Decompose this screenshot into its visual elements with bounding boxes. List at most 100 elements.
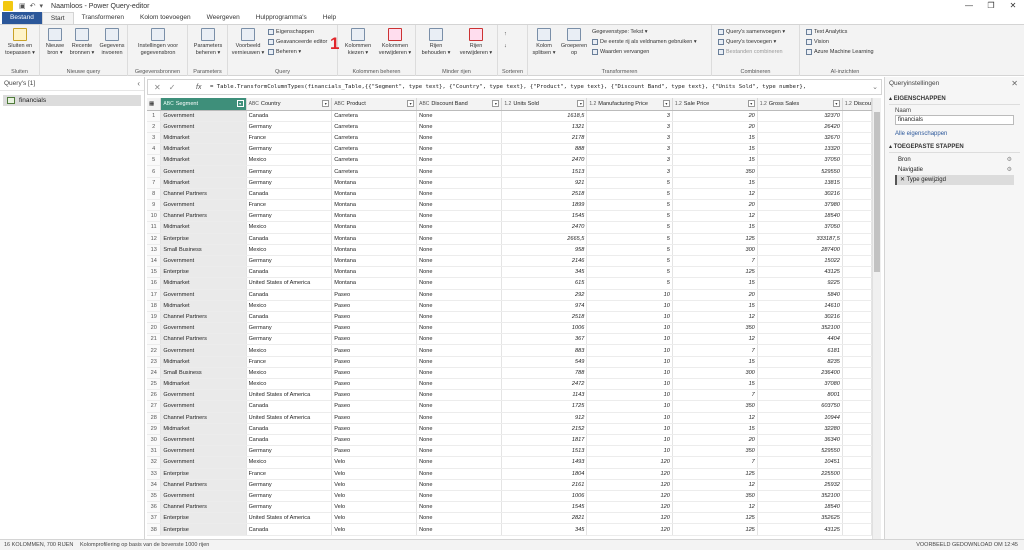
table-cell[interactable]: 36340 <box>757 434 843 447</box>
table-row[interactable]: 13 Small Business Mexico Montana None 958 5 300… <box>147 244 872 256</box>
tab-start[interactable]: Start <box>41 12 74 24</box>
table-cell[interactable]: 15 <box>672 277 758 290</box>
row-number[interactable]: 7 <box>147 177 162 189</box>
table-cell[interactable]: 958 <box>501 244 588 256</box>
table-cell[interactable]: 12 <box>672 210 758 223</box>
filter-dropdown-icon[interactable]: ▾ <box>577 100 585 107</box>
table-cell[interactable] <box>842 333 872 346</box>
table-cell[interactable]: None <box>416 423 503 435</box>
table-cell[interactable] <box>842 479 872 491</box>
table-cell[interactable]: None <box>416 266 503 279</box>
table-cell[interactable]: 350 <box>672 322 758 335</box>
group-by-button[interactable]: Groeperen op <box>559 28 589 56</box>
table-cell[interactable]: 120 <box>586 512 673 525</box>
table-cell[interactable]: 2821 <box>501 512 588 525</box>
table-row[interactable]: 9 Government France Montana None 1899 5 20 37980 <box>147 199 872 212</box>
column-header-discou[interactable]: 1.2 Discou <box>842 98 872 111</box>
table-cell[interactable]: 20 <box>672 199 758 212</box>
sort-descending-button[interactable]: ↓ <box>504 43 507 49</box>
row-number[interactable]: 18 <box>147 300 162 312</box>
table-cell[interactable]: 1493 <box>501 456 588 469</box>
table-cell[interactable]: 10 <box>586 344 673 357</box>
table-cell[interactable]: Germany <box>246 121 333 133</box>
data-type-icon[interactable]: 1.2 <box>845 101 852 107</box>
table-cell[interactable]: Government <box>160 110 247 122</box>
table-cell[interactable]: Paseo <box>331 356 418 368</box>
table-cell[interactable]: Germany <box>246 210 333 223</box>
table-cell[interactable]: None <box>416 143 503 156</box>
table-cell[interactable] <box>842 501 872 514</box>
table-row[interactable]: 29 Midmarket Canada Paseo None 2152 10 15 32280 <box>147 423 872 435</box>
table-cell[interactable]: Enterprise <box>160 523 247 536</box>
data-source-settings-button[interactable]: Instellingen voor gegevensbron <box>130 28 186 56</box>
tab-bestand[interactable]: Bestand <box>2 12 42 24</box>
table-row[interactable]: 32 Government Mexico Velo None 1493 120 7 10451 <box>147 456 872 469</box>
table-cell[interactable]: 120 <box>586 523 673 536</box>
table-cell[interactable]: 2152 <box>501 423 588 435</box>
table-cell[interactable] <box>842 199 872 212</box>
scrollbar-thumb[interactable] <box>874 112 880 272</box>
table-cell[interactable]: Paseo <box>331 412 418 424</box>
table-cell[interactable]: 2178 <box>501 132 588 145</box>
table-cell[interactable]: 15 <box>672 356 758 368</box>
table-cell[interactable]: Velo <box>331 490 418 503</box>
table-cell[interactable]: 3 <box>586 132 673 145</box>
table-cell[interactable]: 10 <box>586 434 673 447</box>
table-cell[interactable] <box>842 154 872 167</box>
table-cell[interactable]: 125 <box>672 233 758 245</box>
close-window-button[interactable]: ✕ <box>1002 0 1024 12</box>
table-cell[interactable]: 3 <box>586 143 673 156</box>
table-cell[interactable]: 10 <box>586 389 673 402</box>
table-cell[interactable]: Channel Partners <box>160 501 247 514</box>
step-bron[interactable]: Bron ⚙ <box>895 155 1014 165</box>
table-cell[interactable]: 32280 <box>757 423 843 435</box>
table-cell[interactable]: 529550 <box>757 165 843 178</box>
table-cell[interactable]: Germany <box>246 322 333 335</box>
row-number[interactable]: 30 <box>147 434 162 447</box>
column-header-segment[interactable]: ABC Segment ▾ <box>160 98 247 111</box>
row-number[interactable]: 34 <box>147 479 162 491</box>
table-cell[interactable]: Montana <box>331 177 418 189</box>
data-type-icon[interactable]: 1.2 <box>589 101 596 107</box>
table-cell[interactable]: 5 <box>586 177 673 189</box>
table-cell[interactable]: Mexico <box>246 344 333 357</box>
remove-columns-button[interactable]: Kolommen verwijderen ▾ <box>376 28 414 56</box>
table-cell[interactable]: 30216 <box>757 188 843 201</box>
table-row[interactable]: 6 Government Germany Carretera None 1513 3 350 5… <box>147 165 872 178</box>
table-cell[interactable]: None <box>416 490 503 503</box>
table-row[interactable]: 28 Channel Partners United States of Ameri… <box>147 412 872 424</box>
table-cell[interactable]: 26420 <box>757 121 843 133</box>
table-cell[interactable]: 120 <box>586 456 673 469</box>
table-row[interactable]: 8 Channel Partners Canada Montana None 2518 5 1… <box>147 188 872 201</box>
table-cell[interactable]: 37980 <box>757 199 843 212</box>
table-cell[interactable]: None <box>416 434 503 447</box>
table-cell[interactable]: 615 <box>501 277 588 290</box>
row-number[interactable]: 10 <box>147 210 162 223</box>
table-row[interactable]: 14 Government Germany Montana None 2146 5 7 1502… <box>147 255 872 268</box>
table-cell[interactable]: 2518 <box>501 188 588 201</box>
table-cell[interactable] <box>842 143 872 156</box>
table-cell[interactable] <box>842 188 872 201</box>
table-cell[interactable]: 125 <box>672 523 758 536</box>
table-cell[interactable]: Germany <box>246 490 333 503</box>
table-cell[interactable]: None <box>416 333 503 346</box>
filter-dropdown-icon[interactable]: ▾ <box>407 100 415 107</box>
table-row[interactable]: 35 Government Germany Velo None 1006 120 350 352… <box>147 490 872 503</box>
table-cell[interactable]: Canada <box>246 523 333 536</box>
table-cell[interactable]: None <box>416 199 503 212</box>
row-number[interactable]: 13 <box>147 244 162 256</box>
table-cell[interactable]: None <box>416 456 503 469</box>
table-cell[interactable]: 5 <box>586 244 673 256</box>
table-cell[interactable]: 37050 <box>757 154 843 167</box>
delete-step-icon[interactable]: ✕ <box>900 177 907 183</box>
table-cell[interactable]: 529550 <box>757 445 843 458</box>
table-cell[interactable]: 7 <box>672 389 758 402</box>
filter-dropdown-icon[interactable]: ▾ <box>236 100 244 107</box>
table-cell[interactable]: Germany <box>246 143 333 156</box>
column-header-sale-price[interactable]: 1.2 Sale Price ▾ <box>672 98 758 111</box>
table-row[interactable]: 31 Government Germany Paseo None 1513 10 350 529… <box>147 445 872 458</box>
table-cell[interactable]: Paseo <box>331 445 418 458</box>
table-cell[interactable]: 350 <box>672 445 758 458</box>
table-cell[interactable]: 2518 <box>501 311 588 324</box>
table-cell[interactable]: Government <box>160 389 247 402</box>
